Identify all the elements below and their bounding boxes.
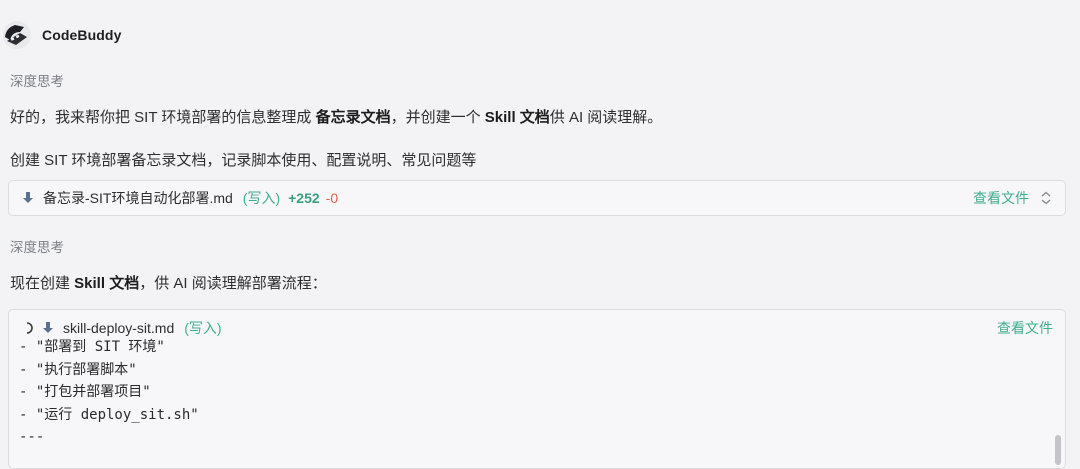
write-tag: (写入) [184, 320, 222, 336]
code-line: - "运行 deploy_sit.sh" [19, 406, 199, 423]
file-name: 备忘录-SIT环境自动化部署.md [43, 190, 233, 206]
deep-thinking-label-2[interactable]: 深度思考 [10, 236, 64, 256]
code-line: - "部署到 SIT 环境" [19, 339, 165, 355]
step-message-2: 现在创建 Skill 文档，供 AI 阅读理解部署流程： [10, 275, 327, 292]
download-arrow-icon [41, 321, 55, 335]
view-file-button[interactable]: 查看文件 [973, 188, 1029, 208]
lines-removed: -0 [325, 190, 339, 206]
bold-skill-doc: Skill 文档 [484, 109, 550, 126]
bold-skill-doc-2: Skill 文档 [74, 275, 140, 292]
file-card-memo[interactable]: 备忘录-SIT环境自动化部署.md (写入) +252 -0 查看文件 [8, 180, 1066, 216]
assistant-header: CodeBuddy [0, 14, 121, 56]
codebuddy-logo-icon [2, 20, 32, 50]
code-line: --- [19, 429, 45, 445]
loading-spinner-icon [23, 321, 35, 335]
view-file-button[interactable]: 查看文件 [997, 318, 1053, 338]
intro-message: 好的，我来帮你把 SIT 环境部署的信息整理成 备忘录文档，并创建一个 Skil… [10, 109, 663, 126]
file-name: skill-deploy-sit.md [63, 320, 175, 336]
write-tag: (写入) [242, 190, 281, 206]
code-line: - "打包并部署项目" [19, 384, 151, 400]
code-line: - "执行部署脚本" [19, 361, 137, 378]
app-name: CodeBuddy [42, 27, 122, 43]
chevron-up-down-icon[interactable] [1039, 190, 1053, 206]
code-preview: - "部署到 SIT 环境" - "执行部署脚本" - "打包并部署项目" - … [19, 336, 199, 449]
deep-thinking-label[interactable]: 深度思考 [10, 70, 64, 90]
scrollbar[interactable] [1055, 435, 1061, 465]
file-card-skill[interactable]: skill-deploy-sit.md (写入) 查看文件 - "部署到 SIT… [8, 309, 1066, 469]
step-message-1: 创建 SIT 环境部署备忘录文档，记录脚本使用、配置说明、常见问题等 [10, 152, 477, 169]
download-arrow-icon [21, 191, 35, 205]
lines-added: +252 [288, 190, 320, 206]
bold-memo-doc: 备忘录文档 [315, 109, 391, 126]
